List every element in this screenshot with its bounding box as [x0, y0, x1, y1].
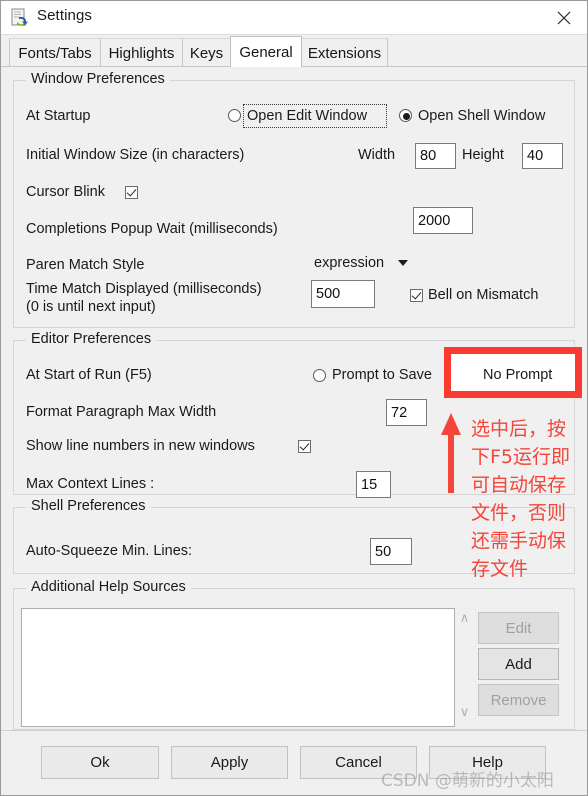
format-paragraph-max-width-input[interactable]: 72	[386, 399, 427, 426]
close-icon[interactable]	[541, 1, 587, 34]
tab-label: General	[239, 43, 293, 61]
format-paragraph-max-width-label: Format Paragraph Max Width	[26, 404, 217, 420]
radio-open-edit-window[interactable]	[228, 109, 241, 122]
radio-open-shell-window-label[interactable]: Open Shell Window	[418, 108, 545, 124]
completions-popup-wait-label: Completions Popup Wait (milliseconds)	[26, 221, 278, 237]
width-label: Width	[358, 147, 396, 163]
tab-extensions[interactable]: Extensions	[301, 38, 388, 67]
annotation-arrow-icon	[439, 413, 463, 493]
time-match-displayed-label: Time Match Displayed (milliseconds)	[26, 281, 262, 297]
tab-keys[interactable]: Keys	[182, 38, 231, 67]
idle-settings-icon	[11, 8, 31, 28]
button-label: Ok	[90, 754, 110, 771]
height-input[interactable]: 40	[522, 143, 563, 169]
scroll-down-icon[interactable]: ∨	[459, 705, 470, 718]
ok-button[interactable]: Ok	[41, 746, 159, 779]
paren-match-style-label: Paren Match Style	[26, 257, 145, 273]
button-label: Add	[505, 655, 532, 673]
group-title: Additional Help Sources	[26, 579, 191, 595]
tab-label: Extensions	[307, 44, 382, 62]
tab-label: Highlights	[108, 44, 175, 62]
auto-squeeze-min-lines-label: Auto-Squeeze Min. Lines:	[26, 543, 193, 559]
bell-on-mismatch-checkbox[interactable]	[410, 289, 423, 302]
show-line-numbers-checkbox[interactable]	[298, 440, 311, 453]
tab-fonts-tabs[interactable]: Fonts/Tabs	[9, 38, 101, 67]
bell-on-mismatch-label: Bell on Mismatch	[428, 287, 539, 303]
radio-open-edit-window-label[interactable]: Open Edit Window	[247, 108, 367, 124]
annotation-text: 选中后，按 下F5运行即 可自动保存 文件，否则 还需手动保 存文件	[471, 418, 571, 580]
paren-match-style-value: expression	[314, 255, 385, 271]
width-input[interactable]: 80	[415, 143, 456, 169]
max-context-lines-label: Max Context Lines :	[26, 476, 155, 492]
help-sources-scrollbar[interactable]: ∧ ∨	[456, 608, 473, 727]
cursor-blink-label: Cursor Blink	[26, 184, 105, 200]
time-match-displayed-note: (0 is until next input)	[26, 299, 156, 315]
settings-dialog: Settings Fonts/Tabs Highlights Keys Gene…	[0, 0, 588, 796]
group-title: Editor Preferences	[26, 331, 157, 347]
add-button[interactable]: Add	[478, 648, 559, 680]
radio-no-prompt-label[interactable]: No Prompt	[483, 367, 552, 383]
auto-squeeze-min-lines-input[interactable]: 50	[370, 538, 412, 565]
at-startup-label: At Startup	[26, 108, 91, 124]
time-match-displayed-input[interactable]: 500	[311, 280, 375, 308]
button-label: Remove	[490, 691, 547, 709]
general-tab-panel: Window Preferences At Startup Open Edit …	[1, 66, 587, 730]
chevron-down-icon	[398, 260, 409, 266]
edit-button[interactable]: Edit	[478, 612, 559, 644]
watermark: CSDN @萌新的小太阳	[381, 771, 554, 791]
remove-button[interactable]: Remove	[478, 684, 559, 716]
initial-window-size-label: Initial Window Size (in characters)	[26, 147, 245, 163]
radio-open-shell-window[interactable]	[399, 109, 412, 122]
help-sources-listbox[interactable]	[21, 608, 455, 727]
window-title: Settings	[37, 7, 92, 24]
button-label: Apply	[210, 754, 249, 771]
cursor-blink-checkbox[interactable]	[125, 186, 138, 199]
tab-label: Fonts/Tabs	[18, 44, 92, 62]
button-label: Cancel	[335, 754, 382, 771]
apply-button[interactable]: Apply	[171, 746, 288, 779]
scroll-up-icon[interactable]: ∧	[459, 611, 470, 624]
completions-popup-wait-input[interactable]: 2000	[413, 207, 473, 234]
tab-highlights[interactable]: Highlights	[100, 38, 183, 67]
radio-prompt-to-save-label[interactable]: Prompt to Save	[332, 367, 432, 383]
tab-label: Keys	[189, 44, 224, 62]
show-line-numbers-label: Show line numbers in new windows	[26, 438, 255, 454]
group-title: Shell Preferences	[26, 498, 151, 514]
paren-match-style-select[interactable]: expression	[314, 255, 409, 271]
title-bar: Settings	[1, 1, 587, 35]
button-label: Edit	[505, 619, 532, 637]
at-start-of-run-label: At Start of Run (F5)	[26, 367, 152, 383]
group-title: Window Preferences	[26, 71, 170, 87]
tab-general[interactable]: General	[230, 36, 302, 67]
max-context-lines-input[interactable]: 15	[356, 471, 391, 498]
height-label: Height	[462, 147, 504, 163]
radio-prompt-to-save[interactable]	[313, 369, 326, 382]
tab-bar: Fonts/Tabs Highlights Keys General Exten…	[1, 35, 587, 67]
